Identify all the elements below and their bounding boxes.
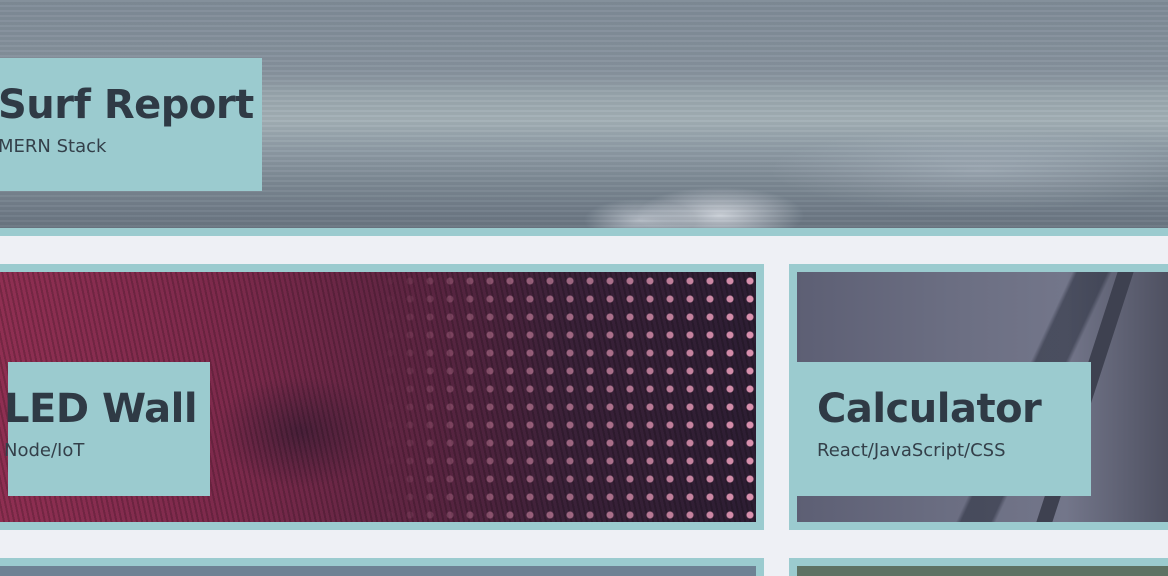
project-label: LED Wall Node/IoT — [4, 362, 210, 496]
project-label: Calculator React/JavaScript/CSS — [797, 362, 1091, 496]
project-card-surf-report[interactable]: Surf Report MERN Stack — [0, 0, 1168, 236]
project-card-calculator[interactable]: Calculator React/JavaScript/CSS — [789, 264, 1168, 530]
project-title: Calculator — [817, 386, 1042, 432]
portfolio-page: Surf Report MERN Stack LED Wall Node/IoT… — [0, 0, 1168, 576]
project-tech-stack: Node/IoT — [4, 440, 85, 461]
project-photo-background — [797, 566, 1168, 576]
project-card-led-wall[interactable]: LED Wall Node/IoT — [0, 264, 764, 530]
project-tech-stack: React/JavaScript/CSS — [817, 440, 1006, 461]
project-card-partial-right[interactable] — [789, 558, 1168, 576]
led-dots-pattern — [380, 272, 756, 522]
project-title: Surf Report — [0, 82, 254, 128]
project-title: LED Wall — [4, 386, 198, 432]
project-card-partial-left[interactable] — [0, 558, 764, 576]
project-photo-background — [0, 566, 756, 576]
project-label: Surf Report MERN Stack — [0, 58, 262, 191]
project-tech-stack: MERN Stack — [0, 136, 107, 157]
